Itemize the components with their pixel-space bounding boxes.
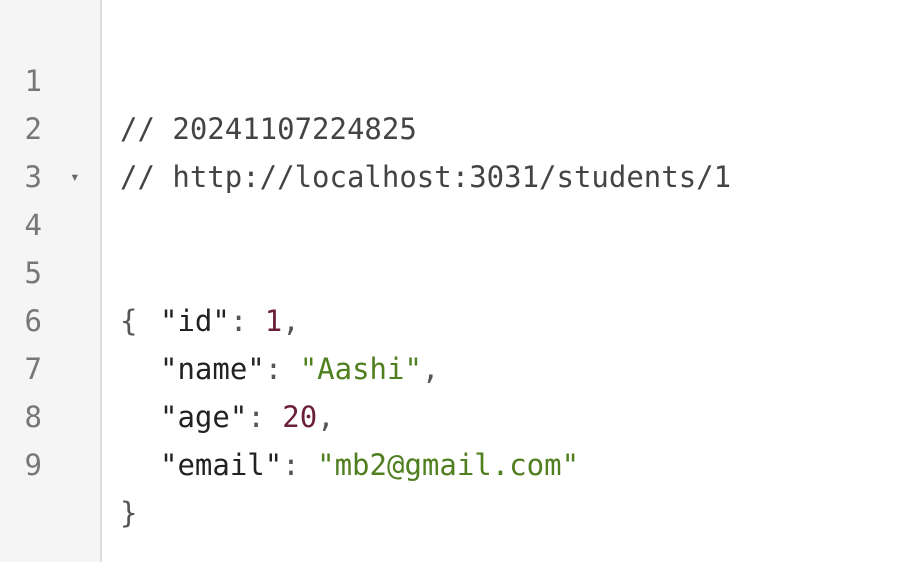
json-colon: : <box>282 448 318 482</box>
code-line: 4 ▾ { <box>0 153 898 338</box>
code-line: 9 } <box>0 393 898 530</box>
code-line: 1 // 20241107224825 <box>0 9 898 146</box>
json-key: "email" <box>160 448 283 482</box>
code-line: 8 "email": "mb2@gmail.com" <box>0 345 898 482</box>
json-string-value: "mb2@gmail.com" <box>317 448 580 482</box>
code-line: 6 "name": "Aashi", <box>0 249 898 386</box>
close-brace: } <box>120 496 138 530</box>
code-line: 3 <box>0 105 898 194</box>
code-line: 5 "id": 1, <box>0 201 898 338</box>
code-line: 2 // http://localhost:3031/students/1 <box>0 57 898 194</box>
code-area[interactable]: 1 // 20241107224825 2 // http://localhos… <box>0 9 898 530</box>
json-viewer: 1 // 20241107224825 2 // http://localhos… <box>0 0 898 562</box>
line-number: 9 <box>24 448 42 482</box>
json-field-email: "email": "mb2@gmail.com" <box>120 441 579 489</box>
code-line: 7 "age": 20, <box>0 297 898 434</box>
collapse-toggle-icon[interactable]: ▾ <box>70 153 80 201</box>
